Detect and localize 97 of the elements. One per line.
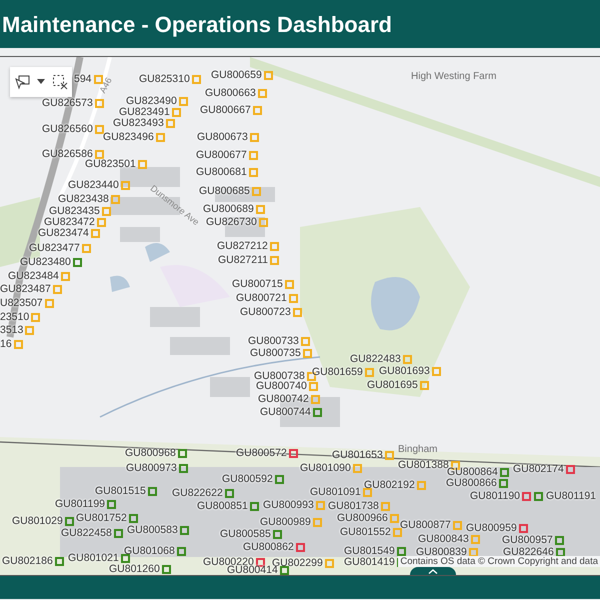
asset-label: 16 <box>0 339 12 350</box>
asset-label: GU822458 <box>61 528 112 538</box>
asset-label: GU801695 <box>367 380 418 390</box>
asset-label: GU800959 <box>466 523 517 534</box>
asset-label: GU800966 <box>337 513 388 524</box>
asset-label: GU823496 <box>103 132 154 142</box>
asset-label: GU800721 <box>236 293 287 304</box>
asset-label: GU800723 <box>240 307 291 318</box>
asset-label: GU823472 <box>44 217 95 228</box>
asset-label: GU801659 <box>312 367 363 378</box>
asset-label: GU826586 <box>42 149 93 160</box>
asset-label: GU800968 <box>125 448 176 458</box>
asset-label: GU823490 <box>126 96 177 106</box>
asset-label: GU800414 <box>227 565 278 575</box>
asset-label: U823507 <box>0 298 43 308</box>
asset-label: GU802186 <box>2 556 53 566</box>
asset-label: GU800681 <box>196 167 247 178</box>
asset-label: GU823477 <box>29 243 80 254</box>
asset-label: GU800685 <box>199 186 250 196</box>
asset-label: GU800592 <box>222 474 273 484</box>
asset-label: GU800585 <box>220 529 271 540</box>
select-icon[interactable] <box>14 74 30 90</box>
asset-label: GU825310 <box>139 74 190 84</box>
clear-selection-icon[interactable] <box>52 74 68 90</box>
asset-label: GU800864 <box>447 467 498 478</box>
asset-label: GU822646 <box>503 547 554 558</box>
caret-icon[interactable] <box>36 79 45 85</box>
asset-label: GU800735 <box>250 348 301 358</box>
asset-label: GU801738 <box>328 501 379 512</box>
asset-label: GU827212 <box>217 241 268 252</box>
asset-label: GU800667 <box>200 105 251 116</box>
asset-label: GU800744 <box>260 407 311 418</box>
asset-label: GU800877 <box>400 520 451 530</box>
asset-label: GU801549 <box>344 546 395 556</box>
asset-label: 3513 <box>0 325 24 336</box>
asset-label: GU823435 <box>49 206 100 216</box>
asset-label: GU800866 <box>446 478 497 488</box>
asset-label: GU823493 <box>113 118 164 128</box>
asset-label: GU822622 <box>172 488 223 498</box>
asset-label: GU800851 <box>197 501 248 512</box>
asset-label: GU801191 <box>546 491 596 502</box>
asset-label: GU823491 <box>119 107 170 118</box>
asset-label: GU800663 <box>205 88 256 98</box>
asset-label: GU800738 <box>254 371 305 382</box>
asset-label: GU801021 <box>68 553 119 564</box>
asset-label: GU800677 <box>196 150 247 160</box>
asset-label: GU823487 <box>0 284 51 294</box>
asset-label: GU800659 <box>211 70 262 80</box>
asset-label: GU801260 <box>109 564 160 574</box>
asset-label: GU800989 <box>260 517 311 528</box>
chevron-up-icon <box>428 568 438 574</box>
asset-label: GU801029 <box>12 516 63 526</box>
asset-label: GU800673 <box>197 132 248 142</box>
asset-label: GU802192 <box>364 480 415 490</box>
asset-label: GU801199 <box>55 499 106 510</box>
place-label: High Westing Farm <box>411 72 496 82</box>
asset-label: GU823501 <box>85 159 136 170</box>
asset-label: GU800839 <box>416 547 467 558</box>
asset-label: GU800740 <box>256 381 307 392</box>
asset-label: GU801068 <box>124 546 175 556</box>
asset-label: GU800742 <box>258 394 309 404</box>
asset-label: GU800843 <box>418 534 469 544</box>
asset-label: GU800993 <box>263 500 314 510</box>
asset-label: GU800583 <box>127 525 178 536</box>
asset-label: GU800689 <box>203 204 254 214</box>
asset-label: GU823438 <box>58 194 109 204</box>
asset-label: GU800733 <box>248 336 299 346</box>
asset-label: GU801752 <box>76 513 127 524</box>
asset-label: GU800862 <box>243 542 294 552</box>
asset-label: GU801090 <box>300 463 351 474</box>
dashboard-title: Maintenance - Operations Dashboard <box>2 10 392 39</box>
asset-label: GU801515 <box>95 486 146 496</box>
asset-label: GU826573 <box>42 98 93 108</box>
asset-label: GU826730 <box>206 217 257 228</box>
place-label: Bingham <box>398 445 438 455</box>
asset-label: GU801190 <box>470 491 520 502</box>
asset-label: GU801552 <box>340 527 391 538</box>
map-attribution: Contains OS data © Crown Copyright and data <box>398 556 600 567</box>
asset-label: GU800957 <box>502 535 553 546</box>
collapse-button[interactable] <box>410 567 456 575</box>
asset-label: GU823440 <box>68 180 119 190</box>
asset-label: GU822483 <box>350 354 401 364</box>
asset-label: GU800973 <box>126 463 177 474</box>
asset-label: GU801693 <box>379 366 430 376</box>
asset-label: GU827211 <box>218 255 268 266</box>
asset-label: 594 <box>74 74 92 84</box>
asset-label: GU823484 <box>8 271 59 282</box>
road-label: A46 <box>98 76 114 95</box>
asset-label: GU801091 <box>310 487 361 498</box>
asset-label: GU801419 <box>344 557 395 568</box>
asset-label: GU826560 <box>42 124 93 134</box>
asset-label: GU823480 <box>20 257 71 268</box>
asset-label: GU802174 <box>513 464 564 474</box>
asset-label: 23510 <box>0 312 30 322</box>
asset-label: GU823474 <box>38 228 89 238</box>
asset-label: GU801388 <box>398 460 449 470</box>
asset-label: GU800715 <box>232 279 283 290</box>
